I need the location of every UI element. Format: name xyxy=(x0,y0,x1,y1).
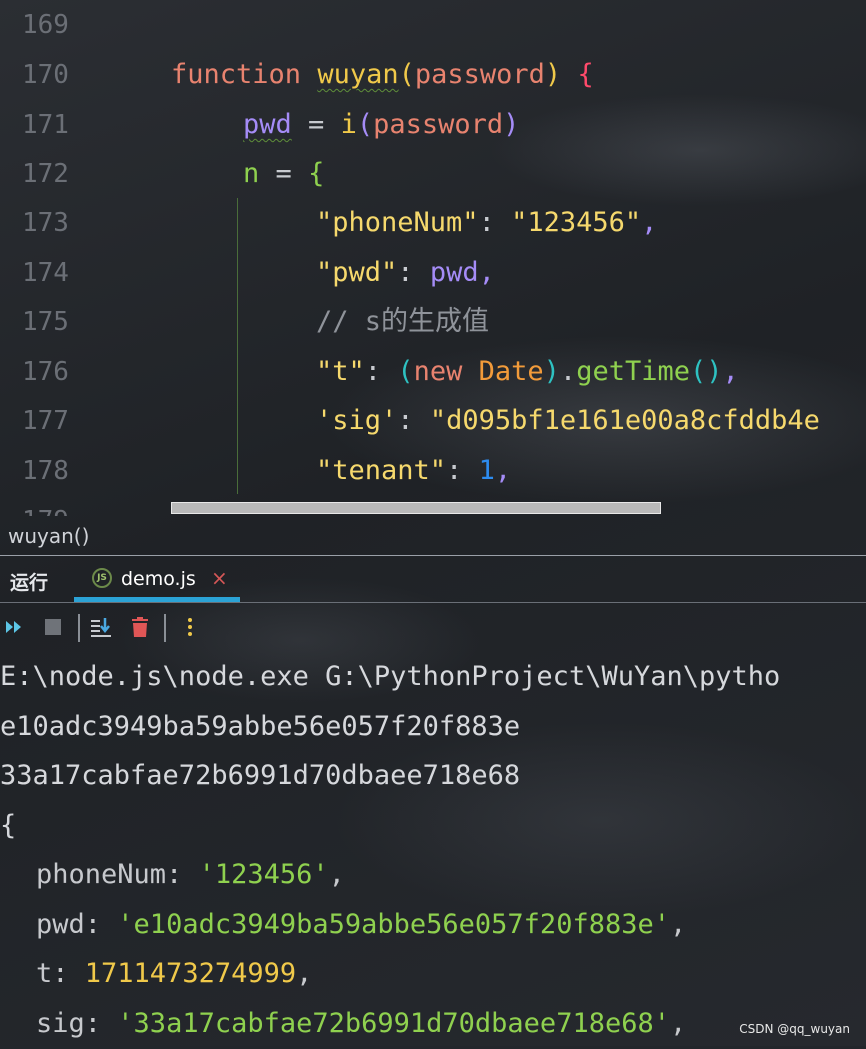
run-toolbar xyxy=(0,604,866,650)
tab-demo-js[interactable]: JS demo.js × xyxy=(74,556,240,602)
code-token: . xyxy=(559,356,577,387)
toolbar-separator xyxy=(164,614,166,642)
console-line: { xyxy=(0,810,17,841)
clear-icon[interactable] xyxy=(127,614,153,640)
code-token: : xyxy=(364,356,382,387)
line-number: 178 xyxy=(22,456,69,486)
line-number: 177 xyxy=(22,406,69,436)
line-number: 169 xyxy=(22,10,69,40)
line-number: 174 xyxy=(22,258,69,288)
console-object-row: t: 1711473274999, xyxy=(36,958,313,989)
code-token: ( xyxy=(356,109,374,140)
line-number: 170 xyxy=(22,60,69,90)
code-token: pwd xyxy=(243,109,292,140)
code-token: "tenant" xyxy=(316,455,447,486)
code-line: function wuyan(password) { xyxy=(171,50,594,100)
code-token: 1 xyxy=(478,455,495,486)
line-number: 172 xyxy=(22,159,69,189)
line-number: 175 xyxy=(22,307,69,337)
console-object-row: pwd: 'e10adc3949ba59abbe56e057f20f883e', xyxy=(36,909,687,940)
close-icon[interactable]: × xyxy=(211,566,228,590)
code-line: "t": (new Date).getTime(), xyxy=(316,347,739,397)
code-token: "t" xyxy=(316,356,365,387)
object-key: phoneNum xyxy=(36,859,167,890)
line-number: 173 xyxy=(22,208,69,238)
run-panel-title[interactable]: 运行 xyxy=(10,568,48,595)
object-value: 1711473274999 xyxy=(84,958,297,989)
horizontal-scrollbar[interactable] xyxy=(171,502,661,514)
indent-guide xyxy=(237,198,238,494)
code-token: password xyxy=(414,59,545,90)
code-token: ) xyxy=(503,109,520,140)
code-token: "pwd" xyxy=(316,257,398,288)
breadcrumb[interactable]: wuyan() xyxy=(0,517,866,556)
code-line: // s的生成值 xyxy=(316,297,489,347)
code-token: password xyxy=(373,109,504,140)
code-token: n xyxy=(243,158,260,189)
run-tool-window-tabs: 运行 JS demo.js × xyxy=(0,556,866,603)
code-comment: // s的生成值 xyxy=(316,306,490,337)
code-token: : xyxy=(446,455,463,486)
code-token: , xyxy=(478,257,495,288)
toolbar-separator xyxy=(78,614,80,642)
code-token: { xyxy=(577,59,594,90)
code-token: = xyxy=(275,158,292,189)
code-line: "pwd": pwd, xyxy=(316,248,495,298)
code-token: i xyxy=(340,109,357,140)
line-number: 176 xyxy=(22,357,69,387)
object-value: '123456' xyxy=(198,859,329,890)
code-token: = xyxy=(308,109,325,140)
code-token: function xyxy=(171,59,302,90)
object-value: '33a17cabfae72b6991d70dbaee718e68' xyxy=(117,1008,670,1039)
code-token: ) xyxy=(544,59,562,90)
object-key: sig xyxy=(36,1008,85,1039)
code-line: n = { xyxy=(243,149,324,199)
line-number: 171 xyxy=(22,110,69,140)
code-token: , xyxy=(722,356,739,387)
console-object-row: phoneNum: '123456', xyxy=(36,859,345,890)
code-line: 'sig': "d095bf1e161e00a8cfddb4e xyxy=(316,396,820,446)
code-token: ) xyxy=(543,356,560,387)
object-key: t xyxy=(36,958,53,989)
console-line: E:\node.js\node.exe G:\PythonProject\WuY… xyxy=(0,661,781,692)
console-line: 33a17cabfae72b6991d70dbaee718e68 xyxy=(0,760,521,791)
rerun-icon[interactable] xyxy=(2,614,28,640)
object-key: pwd xyxy=(36,909,85,940)
code-token: , xyxy=(494,455,512,486)
code-token: new xyxy=(413,356,463,387)
code-line: "phoneNum": "123456", xyxy=(316,198,657,248)
code-token: "d095bf1e161e00a8cfddb4e xyxy=(429,405,820,436)
code-token: "phoneNum" xyxy=(316,207,479,238)
breadcrumb-function[interactable]: wuyan() xyxy=(8,524,89,548)
console-line: e10adc3949ba59abbe56e057f20f883e xyxy=(0,711,521,742)
code-token: ( xyxy=(398,59,415,90)
line-number: 179 xyxy=(22,496,82,516)
more-icon[interactable] xyxy=(177,614,203,640)
code-token: () xyxy=(689,356,723,387)
scroll-to-end-icon[interactable] xyxy=(88,614,114,640)
code-token: pwd xyxy=(429,257,479,288)
code-token: wuyan xyxy=(317,59,399,90)
tab-label: demo.js xyxy=(121,568,196,590)
code-token: getTime xyxy=(576,356,690,387)
code-line: "tenant": 1, xyxy=(316,446,511,496)
code-token: : xyxy=(397,405,414,436)
code-token: : xyxy=(478,207,495,238)
stop-icon[interactable] xyxy=(40,614,66,640)
code-token: "123456" xyxy=(511,207,642,238)
code-token: : xyxy=(397,257,414,288)
code-editor[interactable]: 169 170 171 172 173 174 175 176 177 178 … xyxy=(0,0,866,516)
code-token: { xyxy=(308,158,325,189)
watermark: CSDN @qq_wuyan xyxy=(739,1022,850,1036)
code-token: 'sig' xyxy=(316,405,398,436)
object-value: 'e10adc3949ba59abbe56e057f20f883e' xyxy=(117,909,670,940)
code-token: ( xyxy=(397,356,414,387)
code-token: , xyxy=(641,207,658,238)
js-file-icon: JS xyxy=(92,568,112,588)
code-token: Date xyxy=(478,356,544,387)
code-line: pwd = i(password) xyxy=(243,100,519,150)
console-object-row: sig: '33a17cabfae72b6991d70dbaee718e68', xyxy=(36,1008,687,1039)
